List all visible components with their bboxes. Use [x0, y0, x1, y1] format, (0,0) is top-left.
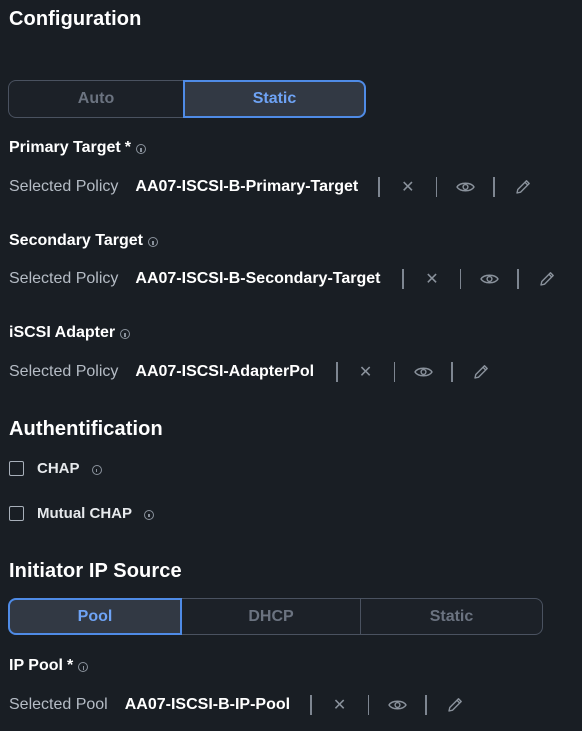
edit-iscsi-adapter-button[interactable]: [453, 363, 509, 381]
iscsi-adapter-label: iSCSI Adapter: [9, 324, 131, 342]
selected-pool-key: Selected Pool: [9, 696, 108, 713]
ip-pool-label-text: IP Pool: [9, 657, 63, 674]
edit-primary-target-button[interactable]: [495, 178, 551, 196]
eye-icon: [413, 367, 433, 377]
selected-policy-key: Selected Policy: [9, 178, 119, 195]
mutual-chap-checkbox[interactable]: [9, 506, 24, 521]
view-ip-pool-button[interactable]: [369, 699, 425, 711]
info-icon[interactable]: [120, 329, 131, 339]
mutual-chap-label: Mutual CHAP: [37, 505, 132, 522]
primary-target-value: AA07-ISCSI-B-Primary-Target: [135, 178, 359, 195]
ip-pool-label: IP Pool *: [9, 657, 89, 675]
pencil-icon: [447, 698, 462, 712]
ip-pool-row: Selected Pool AA07-ISCSI-B-IP-Pool ✕: [9, 693, 483, 717]
info-icon[interactable]: [147, 237, 158, 247]
ip-pool-value: AA07-ISCSI-B-IP-Pool: [124, 696, 291, 713]
eye-icon: [455, 182, 475, 192]
required-marker: *: [124, 139, 131, 156]
authentication-title: Authentification: [9, 418, 163, 440]
configuration-title: Configuration: [9, 8, 142, 30]
ip-source-static-button[interactable]: Static: [360, 598, 543, 635]
secondary-target-label: Secondary Target: [9, 232, 158, 250]
view-primary-target-button[interactable]: [437, 181, 493, 193]
iscsi-adapter-label-text: iSCSI Adapter: [9, 324, 116, 341]
clear-primary-target-button[interactable]: ✕: [380, 177, 436, 197]
pencil-icon: [540, 272, 554, 286]
edit-secondary-target-button[interactable]: [519, 270, 575, 288]
primary-target-row: Selected Policy AA07-ISCSI-B-Primary-Tar…: [9, 175, 551, 199]
clear-secondary-target-button[interactable]: ✕: [404, 269, 460, 289]
selected-policy-key: Selected Policy: [9, 270, 119, 287]
secondary-target-row: Selected Policy AA07-ISCSI-B-Secondary-T…: [9, 267, 575, 291]
mutual-chap-option[interactable]: Mutual CHAP: [9, 505, 154, 522]
ip-source-dhcp-button[interactable]: DHCP: [182, 598, 360, 635]
iscsi-adapter-row: Selected Policy AA07-ISCSI-AdapterPol ✕: [9, 360, 509, 384]
mode-auto-button[interactable]: Auto: [8, 80, 183, 118]
ip-source-pool-button[interactable]: Pool: [8, 598, 182, 635]
secondary-target-value: AA07-ISCSI-B-Secondary-Target: [135, 270, 381, 287]
primary-target-label-text: Primary Target: [9, 139, 121, 156]
required-marker: *: [66, 657, 74, 674]
clear-ip-pool-button[interactable]: ✕: [312, 695, 368, 715]
info-icon[interactable]: [144, 509, 154, 520]
chap-checkbox[interactable]: [9, 461, 24, 476]
view-iscsi-adapter-button[interactable]: [395, 366, 451, 378]
eye-icon: [387, 700, 407, 710]
mode-static-button[interactable]: Static: [183, 80, 366, 118]
initiator-ip-source-title: Initiator IP Source: [9, 560, 182, 582]
info-icon[interactable]: [135, 144, 146, 154]
close-icon: ✕: [401, 179, 415, 196]
pencil-icon: [516, 180, 530, 194]
secondary-target-label-text: Secondary Target: [9, 232, 143, 249]
close-icon: ✕: [332, 697, 347, 714]
close-icon: ✕: [425, 271, 439, 288]
iscsi-adapter-value: AA07-ISCSI-AdapterPol: [135, 363, 315, 380]
view-secondary-target-button[interactable]: [461, 273, 517, 285]
mode-segmented-control: Auto Static: [8, 80, 366, 118]
info-icon[interactable]: [91, 464, 102, 475]
chap-label: CHAP: [37, 460, 80, 477]
ip-source-segmented-control: Pool DHCP Static: [8, 598, 543, 635]
primary-target-label: Primary Target *: [9, 139, 146, 157]
selected-policy-key: Selected Policy: [9, 363, 119, 380]
pencil-icon: [473, 365, 488, 379]
info-icon[interactable]: [78, 662, 89, 672]
eye-icon: [480, 274, 499, 284]
chap-option[interactable]: CHAP: [9, 460, 102, 477]
close-icon: ✕: [358, 364, 373, 381]
clear-iscsi-adapter-button[interactable]: ✕: [338, 362, 394, 382]
edit-ip-pool-button[interactable]: [427, 696, 483, 714]
